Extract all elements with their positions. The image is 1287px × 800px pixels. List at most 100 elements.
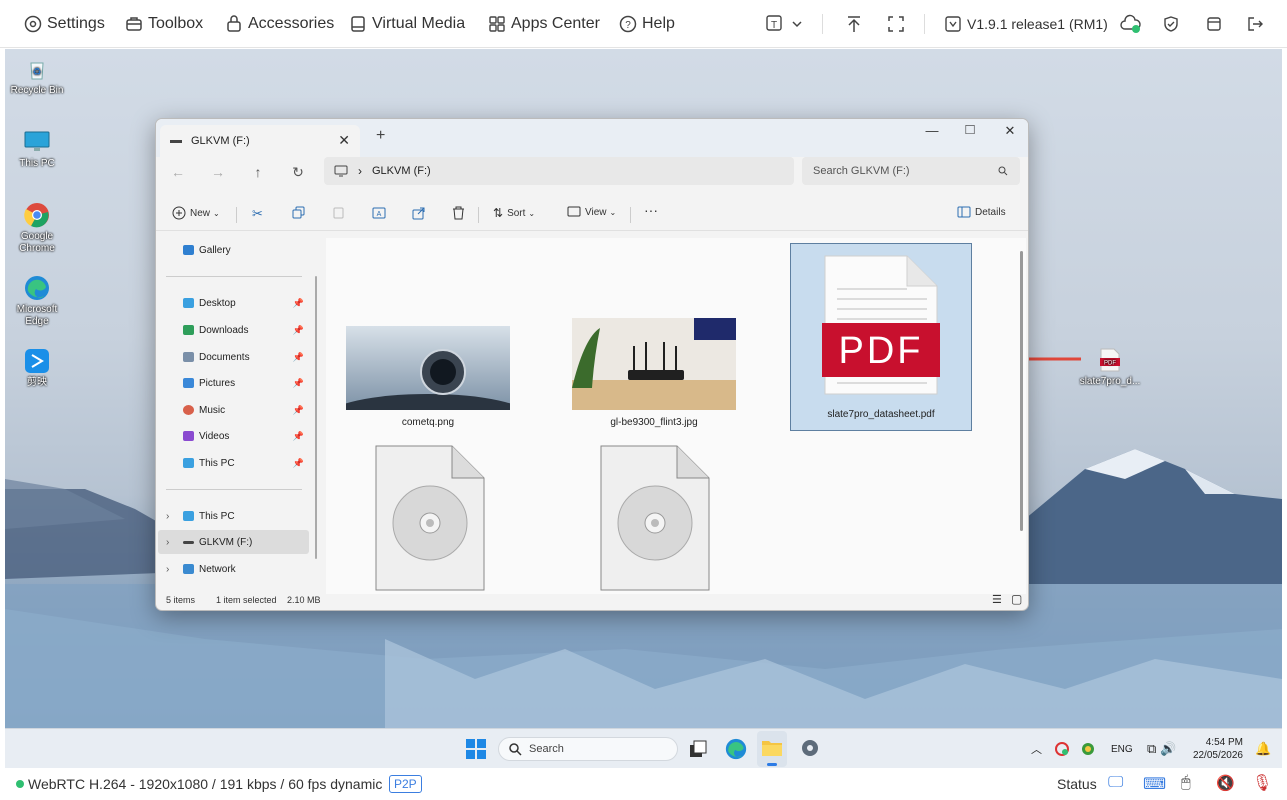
help-icon: ? [619,15,637,33]
paste-icon [333,207,344,219]
file-item[interactable]: cometq.png [346,326,510,428]
file-item-selected[interactable]: PDF slate7pro_datasheet.pdf [790,243,972,431]
file-item[interactable]: gl-be9300_flint3.jpg [572,318,736,428]
close-button[interactable]: ✕ [992,123,1028,139]
maximize-button[interactable]: □ [952,121,988,138]
upload-button[interactable] [842,12,866,36]
nav-item-this-pc-pinned[interactable]: This PC 📌 [156,451,310,475]
refresh-button[interactable]: ↻ [288,162,308,182]
desktop-icon-chrome[interactable]: Google Chrome [5,201,69,255]
minimize-button[interactable]: — [914,123,950,138]
tiles-view-icon[interactable]: ▢ [1011,592,1022,606]
desktop-icon-capcut[interactable]: 剪映 [5,347,69,389]
desktop-icon-recycle-bin[interactable]: ♻ Recycle Bin [5,55,69,97]
details-button[interactable]: Details [957,206,1006,218]
desktop-icon-this-pc[interactable]: This PC [5,128,69,170]
tab-glkvm[interactable]: GLKVM (F:) ✕ [160,125,360,157]
file-item[interactable] [600,445,710,594]
settings-menu[interactable]: Settings [24,0,105,48]
logout-button[interactable] [1243,12,1267,36]
cloud-status-button[interactable] [1119,12,1143,36]
delete-button[interactable] [452,206,469,220]
nav-item-videos[interactable]: Videos 📌 [156,424,310,448]
version-button[interactable]: V1.9.1 release1 (RM1) [944,0,1108,48]
folder-icon [762,741,782,756]
close-tab-icon[interactable]: ✕ [338,132,350,149]
nav-scrollbar[interactable] [315,276,317,559]
nav-label: This PC [199,457,235,469]
copy-button[interactable] [292,206,309,219]
nav-item-gallery[interactable]: Gallery [156,238,310,262]
network-volume-button[interactable]: ⧉ 🔊 [1147,729,1176,768]
nav-item-glkvm-drive[interactable]: › GLKVM (F:) [158,530,309,554]
nav-item-pictures[interactable]: Pictures 📌 [156,371,310,395]
taskbar-app-edge[interactable] [725,738,747,765]
start-button[interactable] [466,739,486,764]
security-button[interactable] [1159,12,1183,36]
taskbar-search[interactable]: Search [498,737,678,761]
cut-icon: ✂ [252,206,263,221]
tray-app-1[interactable] [1055,729,1069,768]
taskbar-app-desktop[interactable] [689,740,707,763]
file-explorer-window: GLKVM (F:) ✕ + — □ ✕ ← → ↑ ↻ › GLKVM (F:… [155,118,1029,611]
nav-item-downloads[interactable]: Downloads 📌 [156,318,310,342]
nav-label: Videos [199,430,230,442]
virtual-media-menu[interactable]: Virtual Media [349,0,465,48]
up-button[interactable]: ↑ [248,162,268,182]
taskbar-app-explorer[interactable] [757,731,787,767]
more-button[interactable]: ··· [644,202,658,218]
new-tab-button[interactable]: + [376,127,385,145]
fullscreen-button[interactable] [884,12,908,36]
new-button[interactable]: New ⌄ [172,206,220,220]
details-view-icon[interactable]: ☰ [992,593,1002,606]
stream-info: WebRTC H.264 - 1920x1080 / 191 kbps / 60… [28,776,383,792]
microphone-icon[interactable]: 🎙 [1252,773,1272,793]
help-menu[interactable]: ? Help [619,0,675,48]
share-button[interactable] [412,206,430,220]
pin-icon: 📌 [292,404,304,415]
search-box[interactable]: Search GLKVM (F:) [802,157,1020,185]
nav-item-this-pc[interactable]: › This PC [156,504,310,528]
language-indicator[interactable]: ENG [1111,729,1133,768]
apps-center-label: Apps Center [511,15,600,32]
forward-button[interactable]: → [208,162,228,182]
nav-item-music[interactable]: Music 📌 [156,398,310,422]
sort-button[interactable]: ⇅ Sort ⌄ [493,206,535,220]
shield-icon [1164,16,1178,32]
music-folder-icon [183,405,194,415]
taskbar-app-settings[interactable] [800,738,820,763]
notifications-button[interactable]: 🔔 [1255,729,1271,768]
switch-device-button[interactable] [1202,12,1226,36]
address-bar[interactable]: › GLKVM (F:) [324,157,794,185]
cut-button[interactable]: ✂ [252,206,263,222]
file-item[interactable] [375,445,485,594]
mouse-icon[interactable]: 🖱 [1181,774,1191,792]
back-button[interactable]: ← [168,162,188,182]
apps-center-menu[interactable]: Apps Center [488,0,600,48]
rename-button[interactable]: A [372,206,390,220]
remote-desktop[interactable]: ♻ Recycle Bin This PC Google Chrome Micr… [5,49,1282,768]
keyboard-icon[interactable]: ⌨ [1143,774,1166,794]
tray-overflow-button[interactable]: ︿ [1031,729,1042,768]
status-button[interactable]: Status [1057,776,1097,792]
nav-item-desktop[interactable]: Desktop 📌 [156,291,310,315]
clock[interactable]: 4:54 PM 22/05/2026 [1193,729,1243,768]
display-icon[interactable]: 🖵 [1108,774,1123,792]
nav-item-network[interactable]: › Network [156,557,310,581]
tray-app-2[interactable] [1081,729,1095,768]
accessories-menu[interactable]: Accessories [225,0,334,48]
nav-item-documents[interactable]: Documents 📌 [156,345,310,369]
videos-folder-icon [183,431,194,441]
search-icon [998,166,1008,176]
toolbox-menu[interactable]: Toolbox [125,0,203,48]
dragged-pdf-file[interactable]: PDF slate7pro_d... [1078,346,1142,388]
view-button[interactable]: View ⌄ [567,206,616,218]
text-input-button[interactable]: T [766,12,806,36]
paste-button[interactable] [332,206,349,219]
nav-label: Desktop [199,297,236,309]
desktop-icon-edge[interactable]: Microsoft Edge [5,274,69,328]
content-scrollbar[interactable] [1020,251,1023,531]
mute-icon[interactable]: 🔇 [1216,774,1235,792]
divider [166,276,302,277]
desktop-icon-label: Recycle Bin [10,85,64,96]
